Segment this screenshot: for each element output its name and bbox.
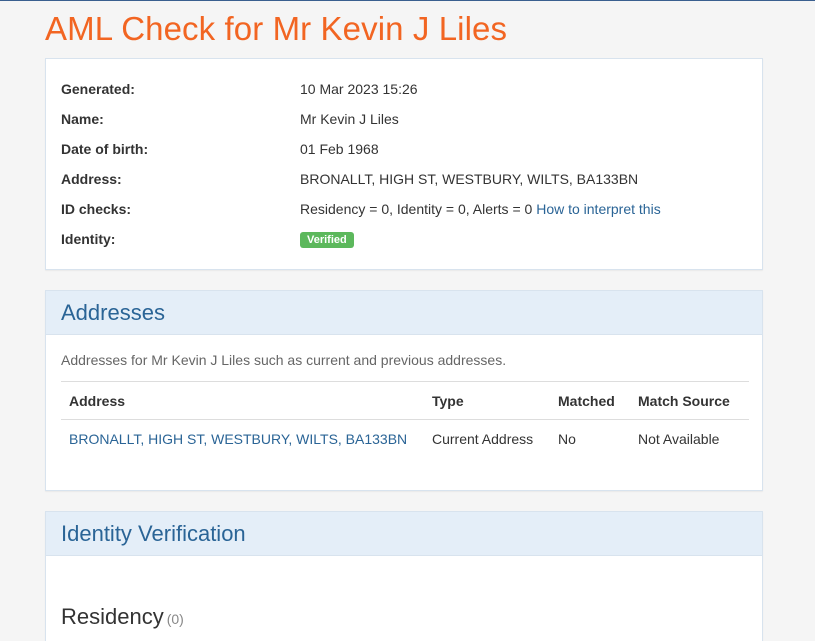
addresses-panel-heading: Addresses: [46, 291, 762, 335]
how-to-interpret-link[interactable]: How to interpret this: [536, 201, 661, 217]
address-cell: BRONALLT, HIGH ST, WESTBURY, WILTS, BA13…: [61, 420, 424, 458]
column-header-match-source: Match Source: [630, 381, 749, 420]
identity-verification-panel-heading: Identity Verification: [46, 512, 762, 556]
summary-panel: Generated: 10 Mar 2023 15:26 Name: Mr Ke…: [45, 58, 763, 270]
page-title: AML Check for Mr Kevin J Liles: [45, 10, 508, 47]
name-value: Mr Kevin J Liles: [300, 111, 399, 127]
addresses-heading: Addresses: [61, 300, 165, 325]
column-header-matched: Matched: [550, 381, 630, 420]
addresses-panel: Addresses Addresses for Mr Kevin J Liles…: [45, 290, 763, 491]
id-checks-label: ID checks:: [61, 201, 132, 217]
generated-value: 10 Mar 2023 15:26: [300, 81, 418, 97]
residency-title: Residency: [61, 604, 164, 629]
match-source-cell: Not Available: [638, 430, 720, 447]
name-label: Name:: [61, 111, 104, 127]
id-checks-value: Residency = 0, Identity = 0, Alerts = 0: [300, 201, 533, 217]
address-label: Address:: [61, 171, 122, 187]
identity-verification-panel: Identity Verification Residency (0): [45, 511, 763, 641]
table-row: BRONALLT, HIGH ST, WESTBURY, WILTS, BA13…: [61, 420, 749, 458]
addresses-table-header: Address Type Matched Match Source: [61, 381, 749, 420]
verified-badge: Verified: [300, 232, 354, 249]
top-border: [0, 0, 815, 1]
addresses-table: Address Type Matched Match Source BRONAL…: [61, 381, 749, 457]
dob-label: Date of birth:: [61, 141, 149, 157]
address-value: BRONALLT, HIGH ST, WESTBURY, WILTS, BA13…: [300, 171, 639, 187]
addresses-description: Addresses for Mr Kevin J Liles such as c…: [61, 352, 507, 368]
type-cell: Current Address: [432, 430, 534, 447]
identity-value-wrap: Verified: [300, 229, 354, 249]
address-link[interactable]: BRONALLT, HIGH ST, WESTBURY, WILTS, BA13…: [69, 431, 407, 447]
id-checks-value-wrap: Residency = 0, Identity = 0, Alerts = 0 …: [300, 199, 661, 219]
column-header-type: Type: [424, 381, 550, 420]
generated-label: Generated:: [61, 81, 135, 97]
residency-section-title: Residency (0): [61, 604, 184, 630]
column-header-address: Address: [61, 381, 424, 420]
identity-verification-heading: Identity Verification: [61, 521, 246, 546]
matched-cell: No: [558, 430, 576, 447]
identity-label: Identity:: [61, 231, 116, 247]
dob-value: 01 Feb 1968: [300, 141, 379, 157]
residency-count: (0): [166, 611, 184, 627]
